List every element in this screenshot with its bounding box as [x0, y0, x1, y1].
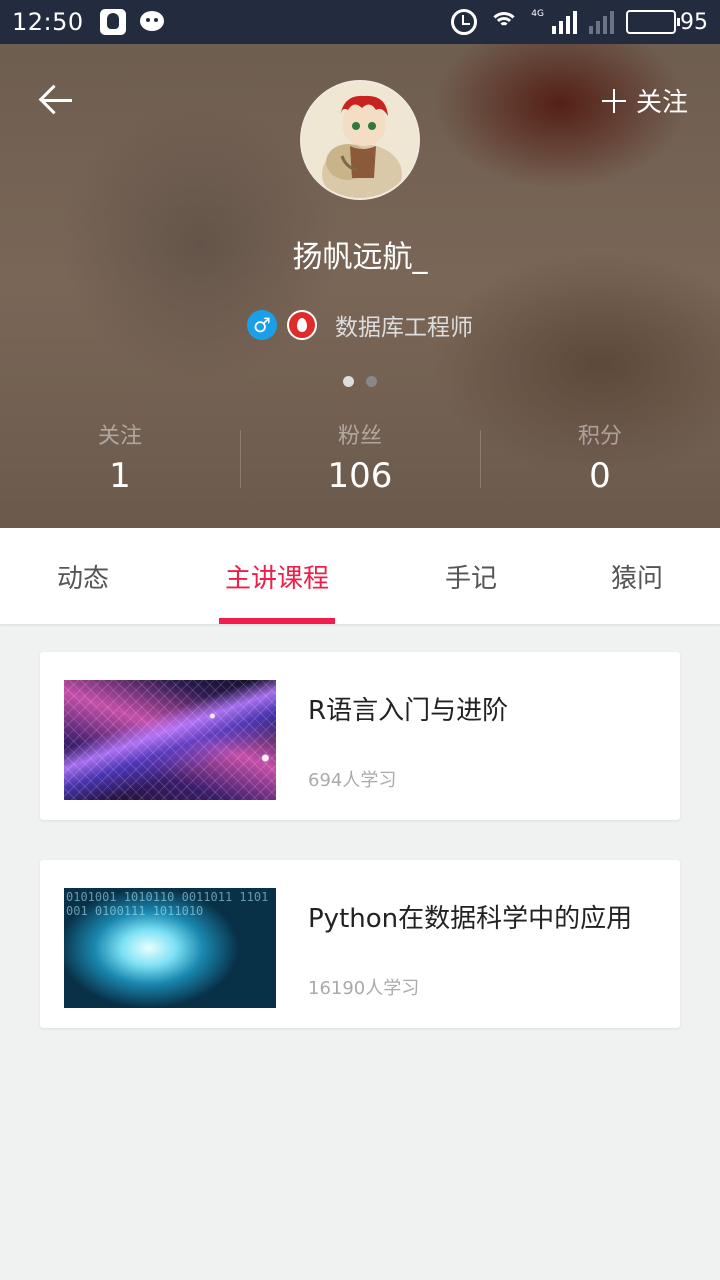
course-card[interactable]: Python在数据科学中的应用 16190人学习 [40, 860, 680, 1028]
stat-following[interactable]: 关注 1 [0, 418, 240, 496]
username: 扬帆远航_ [292, 240, 428, 275]
fire-icon [287, 310, 317, 340]
stat-fans[interactable]: 粉丝 106 [240, 418, 480, 496]
signal-2-icon [589, 10, 614, 34]
course-learners: 694人学习 [308, 770, 397, 791]
stat-label: 积分 [577, 424, 622, 449]
course-thumbnail [64, 680, 276, 800]
network-type: 4G [531, 9, 544, 19]
tab-activity[interactable]: 动态 [22, 528, 144, 624]
profile-header: 关注 扬帆远航_ ♂ 数据库工程师 关注 1 粉丝 106 积分 0 [0, 44, 720, 528]
profile-tags: ♂ 数据库工程师 [0, 308, 720, 342]
battery-level: 95 [680, 9, 708, 35]
course-title: Python在数据科学中的应用 [308, 904, 633, 934]
course-learners: 16190人学习 [308, 978, 420, 999]
tab-notes[interactable]: 手记 [410, 528, 532, 624]
wifi-icon [489, 10, 520, 34]
male-icon: ♂ [247, 310, 277, 340]
active-tab-indicator [219, 618, 335, 624]
tab-bar: 动态 主讲课程 手记 猿问 [0, 528, 720, 624]
pager-dot[interactable] [366, 376, 377, 387]
alarm-icon [451, 9, 478, 35]
follow-button[interactable]: 关注 [601, 82, 688, 119]
status-bar: 12:50 4G 95 [0, 0, 720, 44]
battery-icon [626, 10, 680, 34]
qq-icon [99, 9, 126, 35]
stat-value: 106 [327, 456, 393, 496]
avatar[interactable] [300, 80, 420, 200]
pager-dot[interactable] [343, 376, 354, 387]
plus-icon [601, 88, 626, 113]
tab-questions[interactable]: 猿问 [576, 528, 698, 624]
follow-label: 关注 [635, 88, 688, 118]
stat-label: 关注 [97, 424, 142, 449]
course-card[interactable]: R语言入门与进阶 694人学习 [40, 652, 680, 820]
status-time: 12:50 [12, 8, 84, 36]
profile-stats: 关注 1 粉丝 106 积分 0 [0, 418, 720, 496]
pager-dots [0, 376, 720, 387]
job-title: 数据库工程师 [335, 315, 473, 341]
wechat-icon [139, 9, 168, 35]
avatar-image [302, 82, 418, 198]
signal-icon [552, 10, 577, 34]
stat-value: 1 [109, 456, 131, 496]
stat-value: 0 [589, 456, 611, 496]
back-button[interactable] [38, 80, 78, 120]
stat-points[interactable]: 积分 0 [480, 418, 720, 496]
course-title: R语言入门与进阶 [308, 696, 509, 726]
course-thumbnail [64, 888, 276, 1008]
tab-courses[interactable]: 主讲课程 [212, 528, 342, 624]
stat-label: 粉丝 [337, 424, 382, 449]
